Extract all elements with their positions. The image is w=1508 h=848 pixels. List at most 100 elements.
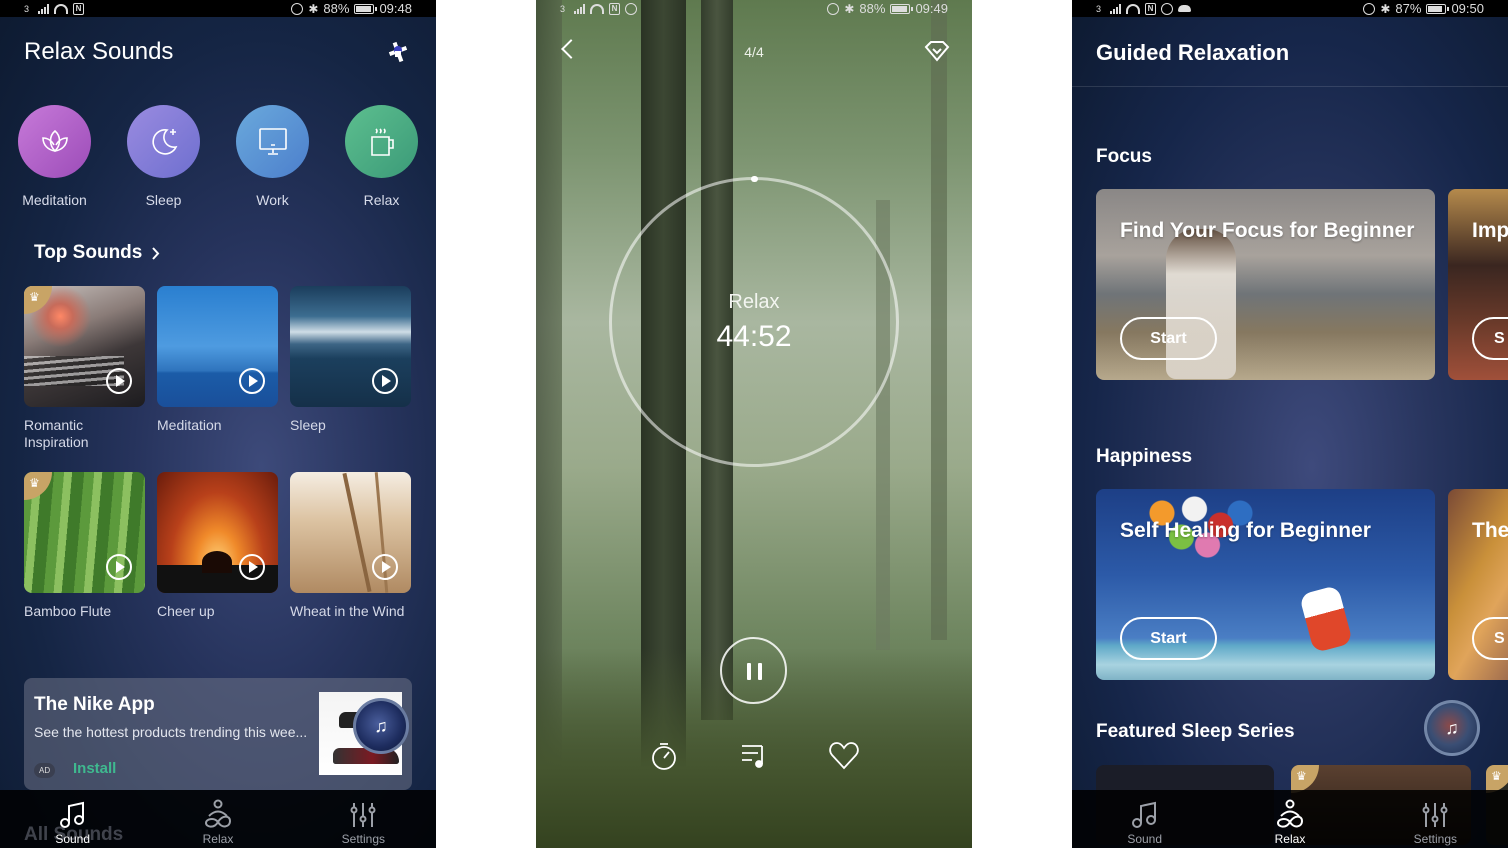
top-sounds-link[interactable]: Top Sounds	[34, 242, 160, 264]
wifi-icon	[1126, 3, 1141, 14]
tab-settings[interactable]: Settings	[291, 790, 436, 848]
vip-diamond-icon[interactable]	[924, 40, 950, 62]
tab-sound[interactable]: Sound	[1072, 790, 1217, 848]
floating-player-button[interactable]: ♫	[1424, 700, 1480, 756]
top-sounds-grid-row-1: ♛ Romantic Inspiration Meditation Sleep	[24, 286, 414, 451]
sound-thumbnail-bamboo: ♛	[24, 472, 145, 593]
sim-indicator: 3	[1096, 3, 1102, 14]
play-icon[interactable]	[239, 554, 265, 580]
status-bar: 3 N ✱ 88% 09:48	[0, 0, 436, 17]
floating-player-button[interactable]: ♫	[353, 698, 409, 754]
tab-relax[interactable]: Relax	[145, 790, 290, 848]
sound-tile[interactable]: ♛ Romantic Inspiration	[24, 286, 145, 451]
category-relax[interactable]: Relax	[327, 105, 436, 208]
status-bar: 3 N ✱ 88% 09:49	[536, 0, 972, 17]
clock: 09:49	[915, 1, 948, 16]
remaining-time: 44:52	[716, 320, 792, 353]
tab-settings[interactable]: Settings	[1363, 790, 1508, 848]
sim-indicator: 3	[560, 3, 566, 14]
course-card[interactable]: Find Your Focus for Beginner Start	[1096, 189, 1435, 380]
alarm-icon	[827, 2, 840, 15]
play-icon[interactable]	[106, 554, 132, 580]
sound-label: Romantic Inspiration	[24, 417, 89, 450]
alarm-icon	[291, 2, 304, 15]
course-title: Imp	[1472, 219, 1508, 242]
tab-sound[interactable]: Sound	[0, 790, 145, 848]
start-button[interactable]: S	[1472, 317, 1508, 360]
category-label: Sleep	[145, 192, 182, 208]
battery-icon	[890, 3, 914, 14]
moon-icon	[151, 128, 177, 155]
play-icon[interactable]	[106, 368, 132, 394]
category-label: Work	[256, 192, 289, 208]
sliders-icon	[1422, 803, 1448, 827]
sound-tile[interactable]: Meditation	[157, 286, 278, 451]
top-sounds-grid-row-2: ♛ Bamboo Flute Cheer up Wheat in the Win…	[24, 472, 414, 620]
play-icon[interactable]	[239, 368, 265, 394]
course-card-peek[interactable]: Imp S	[1448, 189, 1508, 380]
category-label: Relax	[363, 192, 400, 208]
sound-tile[interactable]: Wheat in the Wind	[290, 472, 411, 620]
premium-crown-icon: ♛	[24, 286, 52, 314]
sound-label: Wheat in the Wind	[290, 603, 405, 619]
battery-percent: 87%	[1395, 1, 1422, 16]
signal-icon	[38, 3, 50, 14]
pause-button[interactable]	[720, 637, 787, 704]
start-button[interactable]: Start	[1120, 617, 1217, 660]
battery-percent: 88%	[323, 1, 350, 16]
category-sleep[interactable]: Sleep	[109, 105, 218, 208]
tab-label: Relax	[1274, 832, 1306, 846]
page-counter: 4/4	[744, 44, 764, 60]
lotus-icon	[41, 129, 68, 152]
premium-crown-icon: ♛	[1291, 765, 1319, 793]
cloud-icon	[1178, 5, 1192, 12]
start-button[interactable]: S	[1472, 617, 1508, 660]
category-meditation[interactable]: Meditation	[0, 105, 109, 208]
sound-thumbnail-wheat	[290, 472, 411, 593]
player-mode-label: Relax	[728, 291, 780, 313]
timer-progress-handle[interactable]	[751, 176, 758, 182]
top-sounds-title: Top Sounds	[34, 242, 143, 263]
bottom-tab-bar: All Sounds Sound Relax Settings	[0, 790, 436, 848]
playlist-icon[interactable]	[738, 740, 770, 772]
course-title: Find Your Focus for Beginner	[1120, 219, 1415, 242]
play-icon[interactable]	[372, 368, 398, 394]
category-work[interactable]: Work	[218, 105, 327, 208]
sound-tile[interactable]: ♛ Bamboo Flute	[24, 472, 145, 620]
ad-install-button[interactable]: Install	[73, 760, 116, 777]
category-circle	[236, 105, 309, 178]
spiral-icon	[1161, 2, 1174, 15]
bluetooth-icon: ✱	[844, 1, 855, 16]
heart-icon[interactable]	[828, 740, 860, 772]
ad-windmill-icon[interactable]	[386, 40, 410, 64]
meditating-person-icon	[1276, 799, 1303, 828]
sound-label: Sleep	[290, 417, 326, 433]
sound-thumbnail-concert	[157, 472, 278, 593]
stopwatch-icon[interactable]	[648, 740, 680, 772]
battery-icon	[354, 3, 378, 14]
bluetooth-icon: ✱	[1380, 1, 1391, 16]
course-card-peek[interactable]: The S	[1448, 489, 1508, 680]
course-card[interactable]: Self Healing for Beginner Start	[1096, 489, 1435, 680]
tab-label: Settings	[1413, 832, 1457, 846]
start-button[interactable]: Start	[1120, 317, 1217, 360]
section-title-featured-sleep-series: Featured Sleep Series	[1096, 721, 1295, 742]
pause-icon	[758, 663, 762, 680]
play-icon[interactable]	[372, 554, 398, 580]
category-label: Meditation	[22, 192, 87, 208]
app-title: Relax Sounds	[24, 38, 174, 65]
category-circle	[127, 105, 200, 178]
sound-thumbnail-piano: ♛	[24, 286, 145, 407]
guided-relaxation-screen: 3 N ✱ 87% 09:50 Guided Relaxation Focus …	[1072, 0, 1508, 848]
sound-thumbnail-storm-sea	[290, 286, 411, 407]
sound-tile[interactable]: Cheer up	[157, 472, 278, 620]
ad-description: See the hottest products trending this w…	[34, 724, 308, 740]
tab-label: Settings	[341, 832, 385, 846]
sound-tile[interactable]: Sleep	[290, 286, 411, 451]
player-screen: 3 N ✱ 88% 09:49 4/4 Relax 44:52	[536, 0, 972, 848]
section-title-happiness: Happiness	[1096, 446, 1193, 467]
category-circle	[18, 105, 91, 178]
tab-relax[interactable]: Relax	[1217, 790, 1362, 848]
pause-icon	[747, 663, 751, 680]
music-note-icon	[59, 801, 84, 828]
